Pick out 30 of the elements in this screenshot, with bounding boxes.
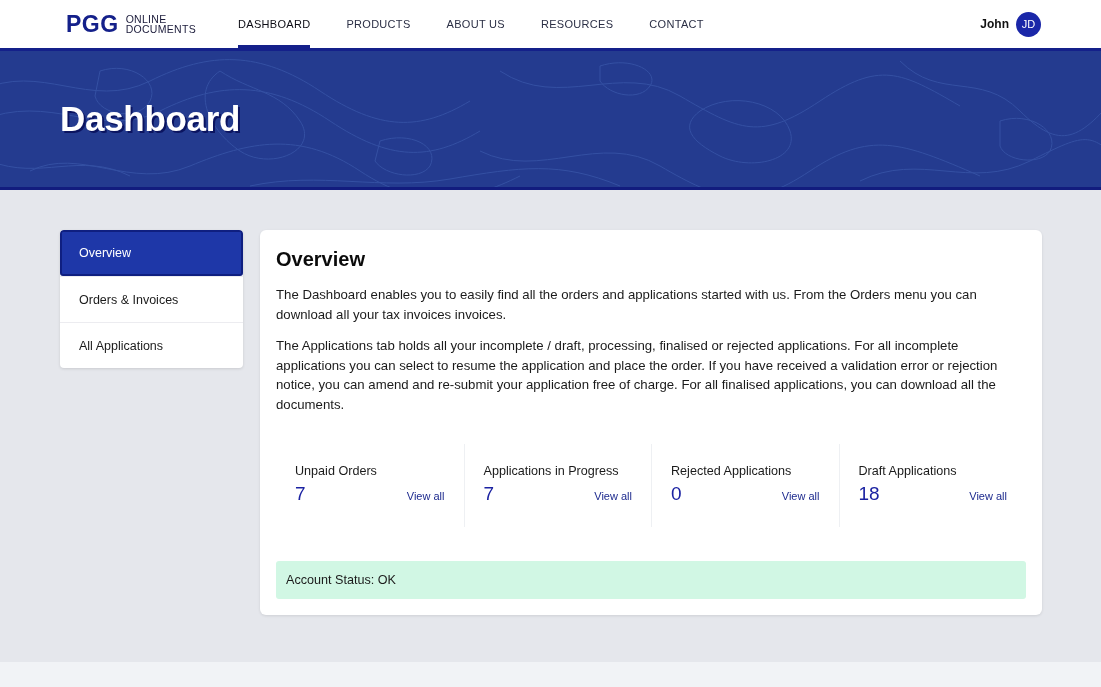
nav-link[interactable]: RESOURCES bbox=[540, 0, 614, 48]
sidebar-item[interactable]: All Applications bbox=[60, 322, 243, 368]
sidebar-item[interactable]: Orders & Invoices bbox=[60, 276, 243, 322]
stat-count: 7 bbox=[295, 483, 306, 505]
description-text: The Applications tab holds all your incomplete / draft, processing, finalised or rejected applications. For all incomplete applications you can select to resume the application and place the order. If you have received a validation error or rejection notice, you can amend and re-submit your application free of charge. For all finalised applications, you can download all the documents. bbox=[276, 337, 999, 414]
logo-text: DOCUMENTS bbox=[125, 24, 196, 34]
view-all-link[interactable]: View all bbox=[406, 486, 445, 502]
view-all-link[interactable]: View all bbox=[781, 486, 820, 502]
stat-label: Unpaid Orders bbox=[295, 464, 378, 478]
user-name[interactable]: John bbox=[980, 17, 1009, 31]
logo-mark[interactable]: PGG bbox=[66, 12, 119, 36]
nav-link[interactable]: ABOUT US bbox=[446, 0, 505, 48]
view-all-link[interactable]: View all bbox=[594, 486, 632, 502]
sidebar-item[interactable]: Overview bbox=[60, 230, 243, 276]
view-all-link[interactable]: View all bbox=[969, 486, 1007, 502]
card-title: Overview bbox=[276, 248, 366, 271]
stat-label: Applications in Progress bbox=[483, 464, 620, 478]
account-status-bar: Account Status: OK bbox=[276, 561, 1026, 599]
stat-label: Rejected Applications bbox=[671, 464, 793, 478]
nav-link[interactable]: CONTACT bbox=[649, 0, 704, 48]
nav-link[interactable]: DASHBOARD bbox=[238, 0, 311, 48]
nav-link[interactable]: PRODUCTS bbox=[346, 0, 411, 48]
stat-count: 18 bbox=[858, 483, 880, 505]
description-text: The Dashboard enables you to easily find all the orders and applications started with us. From the Orders menu you can download all your tax invoices invoices. bbox=[276, 286, 978, 324]
user-avatar[interactable]: JD bbox=[1016, 11, 1041, 37]
stat-count: 0 bbox=[671, 483, 682, 505]
logo-text: ONLINE bbox=[125, 14, 168, 24]
stat-label: Draft Applications bbox=[858, 464, 958, 478]
page-title: Dashboard bbox=[60, 99, 241, 139]
stat-count: 7 bbox=[483, 483, 495, 505]
